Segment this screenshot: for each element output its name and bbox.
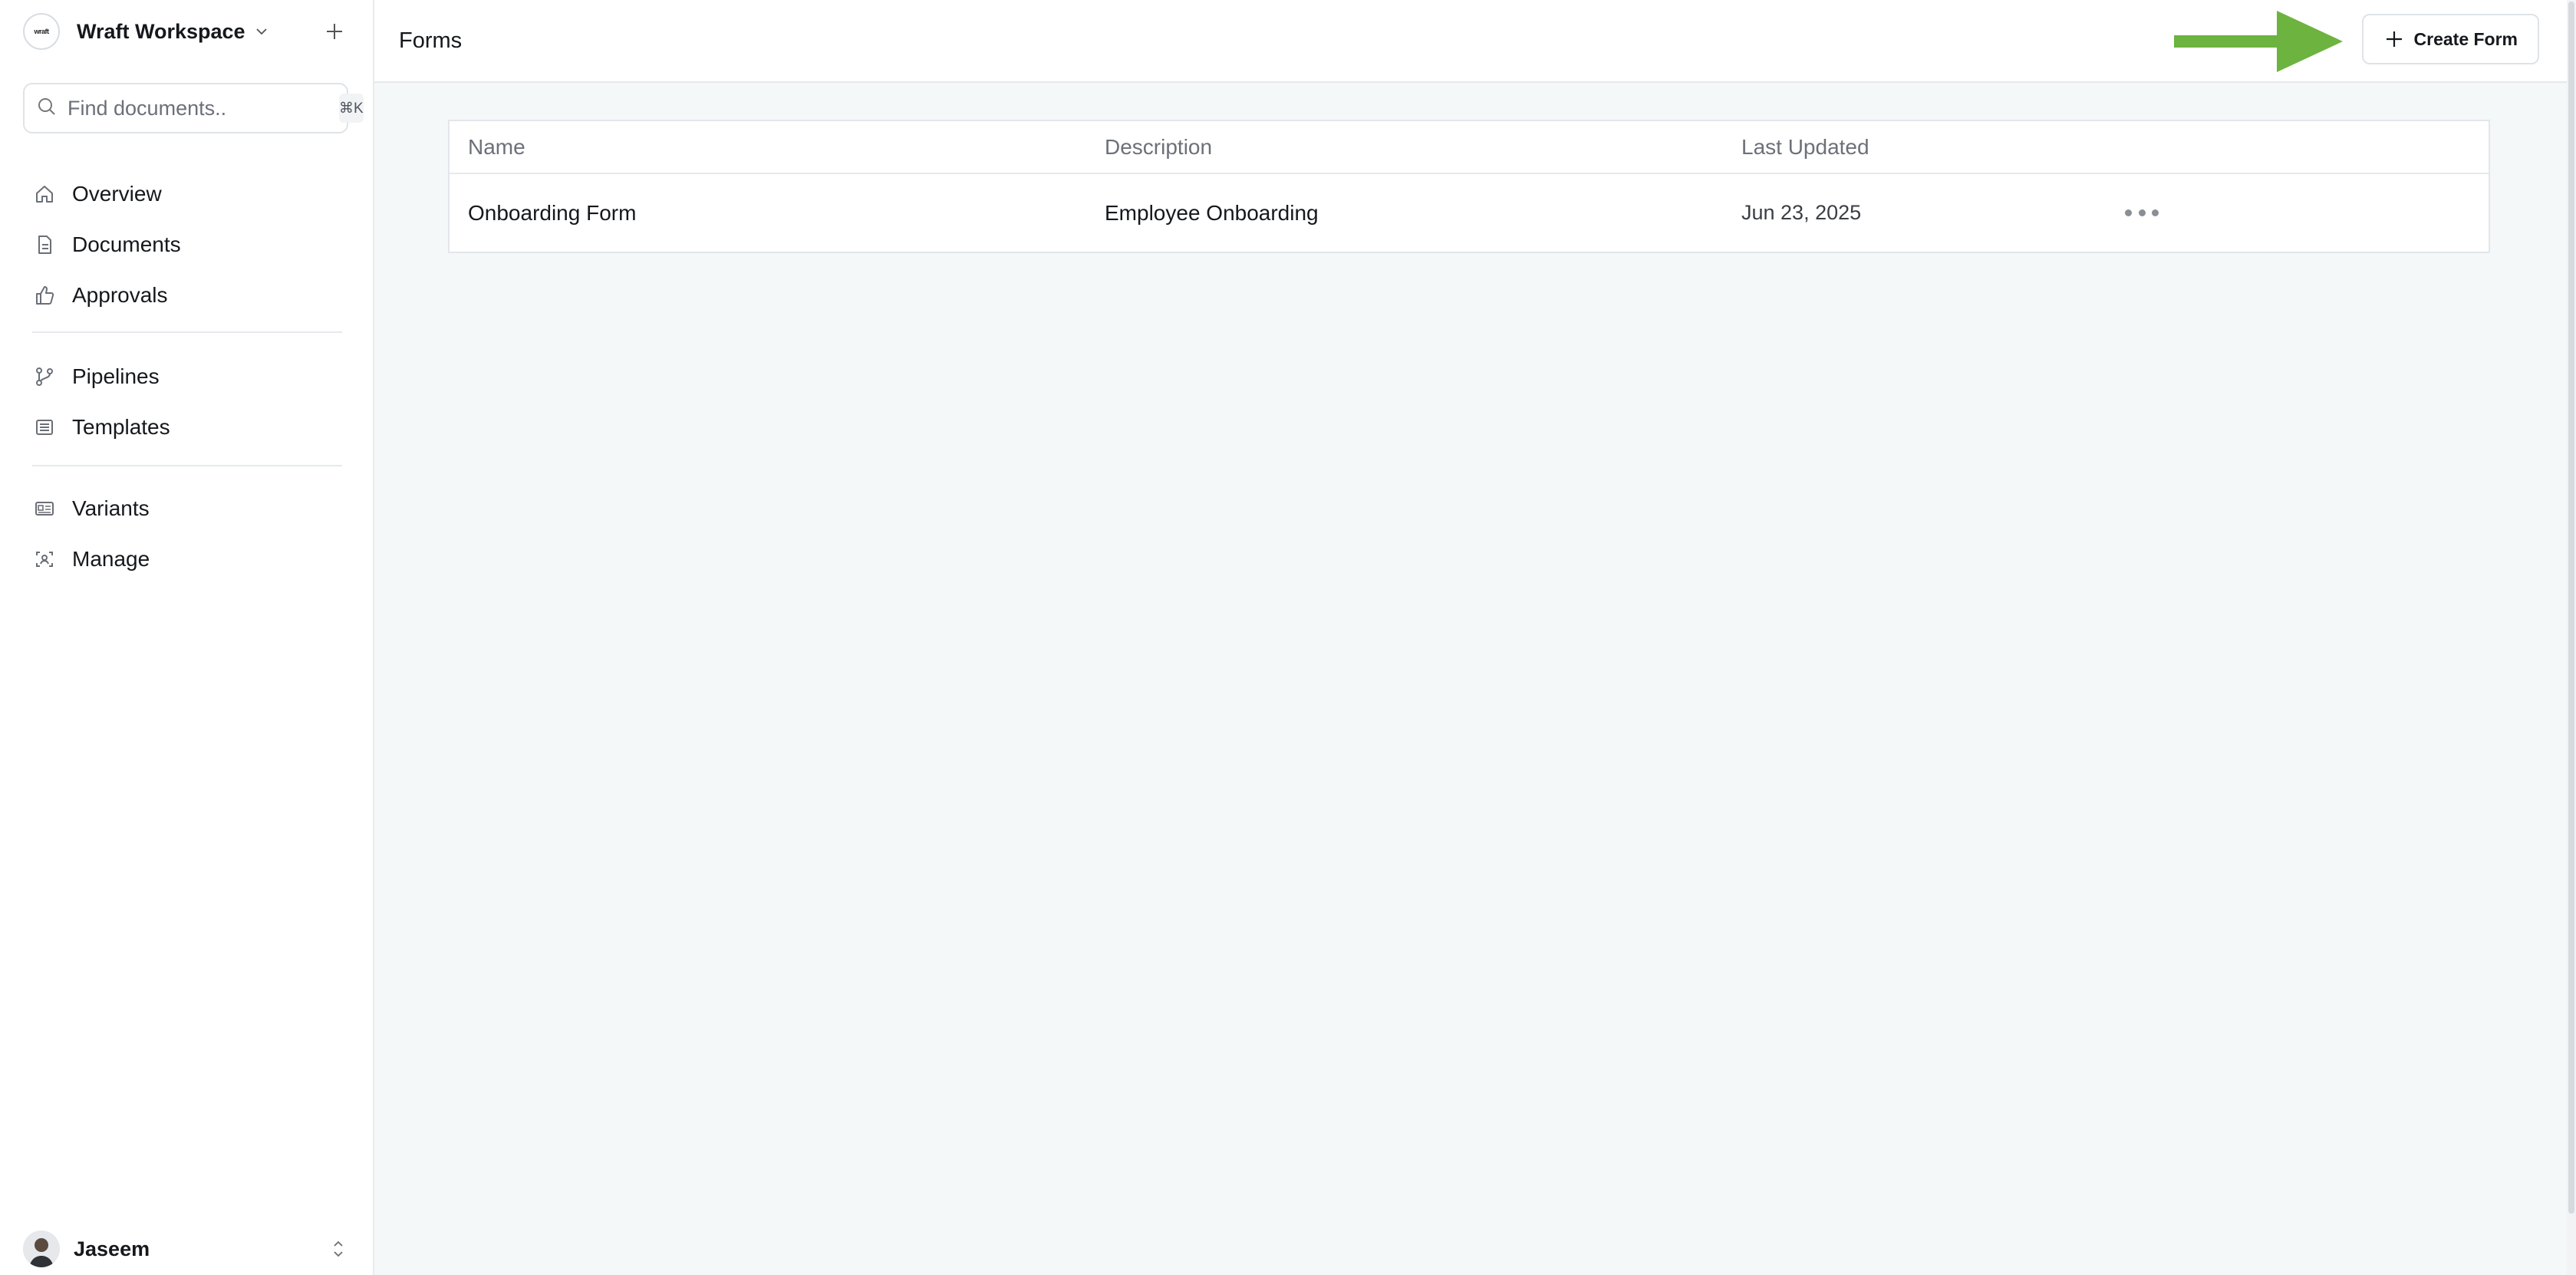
user-scan-icon [32, 547, 57, 572]
create-form-label: Create Form [2413, 28, 2518, 49]
list-icon [32, 415, 57, 440]
column-header-description[interactable]: Description [1086, 121, 1723, 174]
sidebar-divider [32, 331, 342, 333]
sidebar-item-label: Overview [72, 182, 162, 206]
table-row[interactable]: Onboarding Form Employee Onboarding Jun … [450, 173, 2489, 252]
sidebar-item-label: Pipelines [72, 364, 160, 388]
sidebar-item-label: Templates [72, 415, 170, 439]
row-actions-cell [2107, 173, 2489, 252]
page-title: Forms [399, 28, 463, 53]
table-header-row: Name Description Last Updated [450, 121, 2489, 174]
column-header-actions [2107, 121, 2489, 174]
id-card-icon [32, 496, 57, 521]
scrollbar-thumb[interactable] [2568, 2, 2574, 1214]
thumbs-up-icon [32, 283, 57, 308]
sidebar-item-pipelines[interactable]: Pipelines [0, 351, 374, 402]
form-name-cell[interactable]: Onboarding Form [450, 173, 1086, 252]
nav-group-main: Overview Documents Approvals [0, 169, 374, 321]
add-workspace-button[interactable] [319, 16, 350, 47]
document-icon [32, 232, 57, 257]
workspace-name[interactable]: Wraft Workspace [77, 20, 245, 44]
sidebar-item-templates[interactable]: Templates [0, 402, 374, 453]
arrow-right-icon [2174, 11, 2343, 72]
search-shortcut-badge: ⌘K [339, 94, 364, 123]
sidebar-divider [32, 465, 342, 466]
sidebar-item-label: Documents [72, 232, 181, 256]
page-header: Forms Create Form [374, 0, 2576, 83]
user-name: Jaseem [74, 1237, 150, 1260]
main-content: Forms Create Form Name Description Last … [374, 0, 2576, 1275]
sidebar-item-variants[interactable]: Variants [0, 483, 374, 534]
column-header-name[interactable]: Name [450, 121, 1086, 174]
workspace-logo: wraft [23, 13, 60, 50]
nav-group-settings: Variants Manage [0, 483, 374, 585]
workspace-header: wraft Wraft Workspace [23, 12, 350, 51]
home-icon [32, 182, 57, 206]
sidebar-item-label: Variants [72, 496, 150, 520]
user-menu[interactable]: Jaseem [23, 1223, 350, 1275]
scrollbar[interactable] [2567, 0, 2576, 1275]
forms-table: Name Description Last Updated Onboarding… [448, 120, 2490, 253]
avatar [23, 1231, 60, 1267]
chevrons-up-down-icon[interactable] [327, 1237, 350, 1260]
git-branch-icon [32, 364, 57, 389]
search-input[interactable] [68, 96, 339, 120]
sidebar-item-manage[interactable]: Manage [0, 534, 374, 585]
form-updated-cell: Jun 23, 2025 [1741, 201, 1862, 224]
sidebar-item-approvals[interactable]: Approvals [0, 270, 374, 321]
plus-icon [2383, 28, 2405, 50]
search-icon [37, 97, 57, 120]
sidebar-item-label: Manage [72, 547, 150, 571]
sidebar: wraft Wraft Workspace ⌘K Overview [0, 0, 374, 1275]
form-description-cell: Employee Onboarding [1105, 200, 1319, 225]
column-header-last-updated[interactable]: Last Updated [1723, 121, 2107, 174]
create-form-button[interactable]: Create Form [2361, 14, 2539, 64]
sidebar-item-overview[interactable]: Overview [0, 169, 374, 219]
search-box[interactable]: ⌘K [23, 83, 364, 133]
sidebar-item-documents[interactable]: Documents [0, 219, 374, 270]
more-options-icon[interactable] [2125, 204, 2159, 222]
sidebar-item-label: Approvals [72, 283, 168, 307]
workspace-logo-text: wraft [34, 28, 49, 35]
app-window: wraft Wraft Workspace ⌘K Overview [0, 0, 2576, 1275]
nav-group-build: Pipelines Templates [0, 351, 374, 453]
chevron-down-icon[interactable] [252, 21, 272, 41]
